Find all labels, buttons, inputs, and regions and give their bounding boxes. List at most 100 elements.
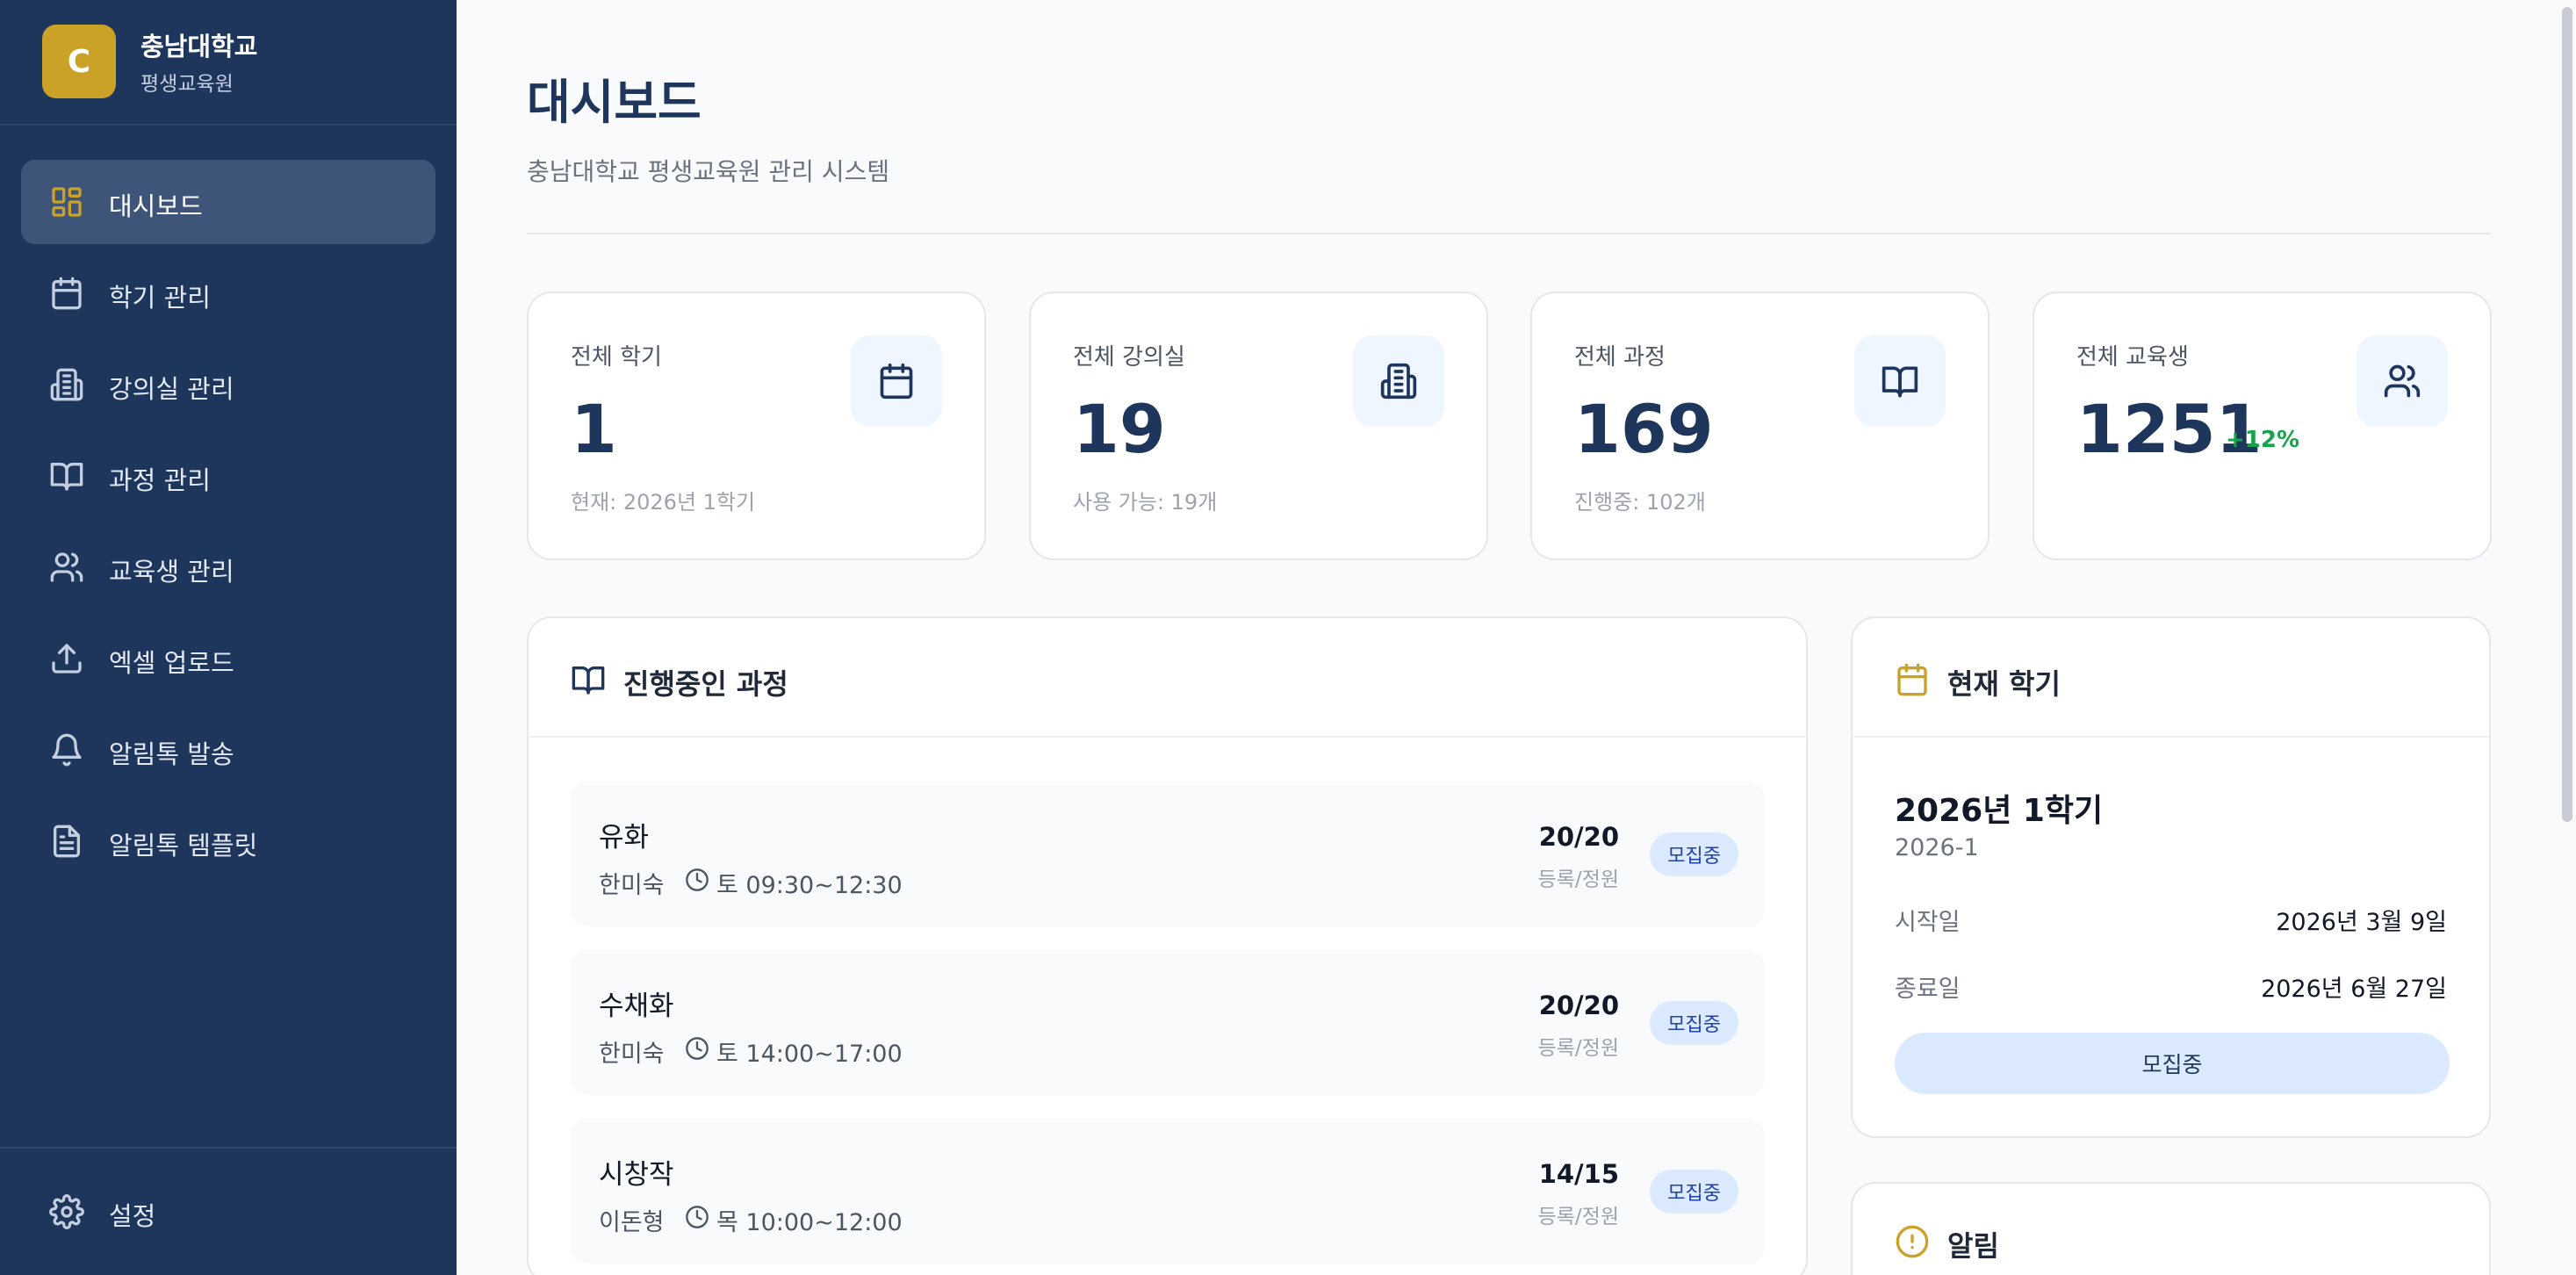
document-icon: [54, 825, 81, 858]
semester-code: 2026-1: [1895, 834, 1979, 861]
stat-label: 전체 학기: [571, 344, 662, 371]
upload-icon: [52, 644, 82, 674]
building-icon: [50, 368, 83, 401]
start-date-label: 시작일: [1895, 909, 1961, 936]
end-date-label: 종료일: [1895, 976, 1961, 1003]
calendar-icon: [52, 277, 82, 310]
dashboard-icon: [52, 187, 82, 217]
stat-trend: +12%: [2226, 427, 2300, 453]
sidebar-item-dashboard[interactable]: 대시보드: [21, 160, 435, 244]
end-date-value: 2026년 6월 27일: [2261, 976, 2447, 1003]
building-icon: [1380, 363, 1417, 400]
bell-icon: [52, 733, 82, 767]
gear-icon: [49, 1194, 84, 1229]
alerts-panel: 알림: [1851, 1182, 2491, 1275]
semester-name: 2026년 1학기: [1895, 793, 2104, 829]
panel-header: 알림: [1853, 1184, 2489, 1275]
sidebar-item-label: 과정 관리: [109, 465, 211, 495]
sidebar-item-label: 알림톡 발송: [109, 739, 234, 769]
sidebar-item-label: 설정: [109, 1201, 156, 1231]
sidebar-item-label: 강의실 관리: [109, 374, 234, 404]
stat-value: 169: [1574, 390, 1714, 468]
course-name: 시창작: [599, 1159, 674, 1191]
start-date-value: 2026년 3월 9일: [2276, 909, 2447, 936]
stat-card-courses: 전체 과정 169 진행중: 102개: [1530, 292, 1990, 560]
stat-value: 19: [1073, 390, 1166, 468]
brand: C 충남대학교 평생교육원: [0, 0, 457, 126]
stat-card-semesters: 전체 학기 1 현재: 2026년 1학기: [527, 292, 986, 560]
status-badge: 모집중: [1650, 832, 1738, 876]
course-item[interactable]: 수채화 한미숙 토 14:00~17:00 20/20 등록/정원 모집중: [571, 950, 1765, 1096]
course-time: 토 09:30~12:30: [716, 872, 903, 899]
users-icon: [2384, 364, 2421, 398]
sidebar-item-classrooms[interactable]: 강의실 관리: [21, 342, 435, 427]
clock-icon: [686, 868, 709, 891]
stat-label: 전체 과정: [1574, 344, 1666, 371]
page-scrollbar[interactable]: [2562, 7, 2572, 822]
course-name: 유화: [599, 822, 650, 854]
brand-subtitle: 평생교육원: [140, 73, 234, 96]
page-subtitle: 충남대학교 평생교육원 관리 시스템: [527, 157, 890, 186]
sidebar-item-courses[interactable]: 과정 관리: [21, 434, 435, 518]
brand-logo[interactable]: C: [42, 25, 116, 98]
panel-header: 진행중인 과정: [529, 618, 1806, 738]
panel-title: 알림: [1947, 1229, 1999, 1263]
sidebar-item-label: 대시보드: [109, 191, 203, 221]
clock-icon: [686, 1206, 709, 1228]
current-semester-panel: 현재 학기 2026년 1학기 2026-1 시작일 2026년 3월 9일 종…: [1851, 616, 2491, 1138]
stat-label: 전체 교육생: [2076, 344, 2189, 371]
sidebar-item-excel-upload[interactable]: 엑셀 업로드: [21, 616, 435, 701]
stat-card-students: 전체 교육생 1251 +12%: [2033, 292, 2492, 560]
sidebar-item-label: 알림톡 템플릿: [109, 831, 258, 861]
stat-label: 전체 강의실: [1073, 344, 1185, 371]
sidebar-item-label: 엑셀 업로드: [109, 648, 234, 678]
stat-note: 현재: 2026년 1학기: [571, 490, 756, 515]
course-enrollment: 20/20: [1538, 822, 1619, 852]
calendar-icon: [880, 363, 913, 400]
ongoing-courses-panel: 진행중인 과정 유화 한미숙 토 09:30~12:30 20/20 등록/정원…: [527, 616, 1808, 1275]
course-enrollment: 20/20: [1538, 990, 1619, 1020]
sidebar-divider: [0, 1147, 457, 1149]
course-enrollment-label: 등록/정원: [1537, 868, 1619, 891]
stat-note: 진행중: 102개: [1574, 490, 1706, 515]
course-time: 토 14:00~17:00: [716, 1041, 903, 1068]
stat-note: 사용 가능: 19개: [1073, 490, 1218, 515]
status-badge: 모집중: [1650, 1170, 1738, 1214]
sidebar-item-alimtalk-template[interactable]: 알림톡 템플릿: [21, 799, 435, 883]
book-icon: [572, 666, 605, 695]
sidebar-item-semesters[interactable]: 학기 관리: [21, 251, 435, 335]
sidebar-item-students[interactable]: 교육생 관리: [21, 525, 435, 609]
course-enrollment: 14/15: [1538, 1159, 1619, 1189]
course-enrollment-label: 등록/정원: [1537, 1037, 1619, 1060]
course-item[interactable]: 시창작 이돈형 목 10:00~12:00 14/15 등록/정원 모집중: [571, 1119, 1765, 1264]
stat-icon-box: [1353, 335, 1444, 427]
alert-circle-icon: [1896, 1225, 1929, 1258]
users-icon: [50, 552, 83, 582]
course-enrollment-label: 등록/정원: [1537, 1206, 1619, 1228]
brand-name: 충남대학교: [140, 32, 258, 61]
course-teacher: 한미숙: [599, 872, 665, 899]
page-title: 대시보드: [527, 75, 702, 130]
course-teacher: 이돈형: [599, 1209, 665, 1236]
book-icon: [50, 463, 83, 491]
course-time: 목 10:00~12:00: [716, 1209, 903, 1236]
stat-icon-box: [851, 335, 942, 427]
book-icon: [1882, 366, 1918, 398]
stat-icon-box: [1854, 335, 1946, 427]
sidebar-item-label: 학기 관리: [109, 283, 211, 313]
clock-icon: [686, 1037, 709, 1060]
stat-icon-box: [2357, 335, 2448, 427]
sidebar: C 충남대학교 평생교육원 대시보드 학기 관리 강의실 관리 과정 관리 교육…: [0, 0, 457, 1275]
stat-card-classrooms: 전체 강의실 19 사용 가능: 19개: [1029, 292, 1488, 560]
panel-title: 현재 학기: [1947, 667, 2061, 701]
course-item[interactable]: 유화 한미숙 토 09:30~12:30 20/20 등록/정원 모집중: [571, 782, 1765, 927]
sidebar-item-settings[interactable]: 설정: [21, 1170, 435, 1254]
course-name: 수채화: [599, 990, 674, 1022]
sidebar-item-alimtalk-send[interactable]: 알림톡 발송: [21, 708, 435, 792]
stat-value: 1: [571, 390, 617, 468]
status-badge: 모집중: [1650, 1001, 1738, 1045]
panel-header: 현재 학기: [1853, 618, 2489, 738]
semester-status-badge: 모집중: [1895, 1033, 2450, 1094]
panel-title: 진행중인 과정: [623, 667, 788, 701]
sidebar-item-label: 교육생 관리: [109, 557, 234, 587]
